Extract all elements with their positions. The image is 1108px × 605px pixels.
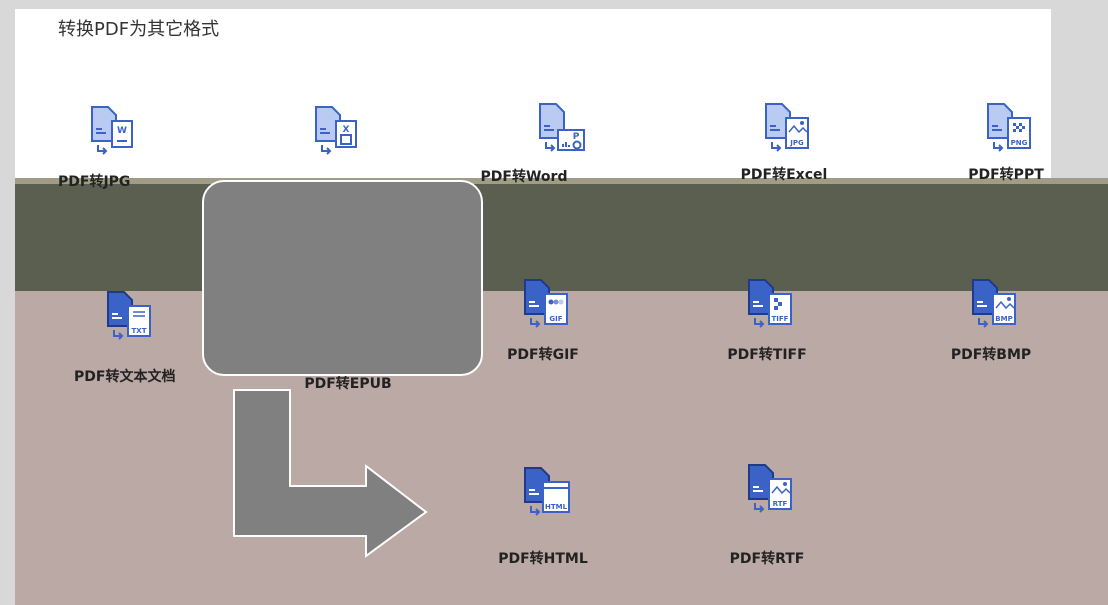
svg-text:TXT: TXT — [132, 327, 147, 335]
convert-item-html[interactable]: HTML PDF转HTML — [463, 466, 623, 568]
convert-item-excel[interactable]: X — [254, 105, 414, 171]
pdf-to-rtf-icon: RTF — [748, 464, 792, 513]
convert-item-word[interactable]: P PDF转Word — [478, 102, 638, 188]
svg-text:GIF: GIF — [549, 315, 562, 323]
page-title: 转换PDF为其它格式 — [58, 19, 220, 40]
svg-text:X: X — [343, 125, 350, 135]
svg-text:W: W — [117, 126, 127, 136]
svg-text:JPG: JPG — [789, 139, 804, 147]
convert-item-gif[interactable]: GIF PDF转GIF — [463, 278, 623, 364]
convert-item-ppt[interactable]: PNG PDF转PPT — [926, 102, 1086, 188]
svg-text:RTF: RTF — [773, 500, 788, 508]
pdf-to-txt-icon: TXT — [107, 291, 151, 340]
pdf-to-png-icon: PNG — [987, 103, 1031, 152]
svg-text:BMP: BMP — [995, 315, 1012, 323]
convert-item-label: PDF转GIF — [507, 347, 579, 363]
convert-item-label: PDF转文本文档 — [74, 369, 176, 385]
arrow-icon — [233, 389, 428, 558]
pdf-to-ppt-icon: P — [539, 103, 585, 152]
convert-item-rtf[interactable]: RTF PDF转RTF — [687, 463, 847, 568]
glitch-band — [15, 184, 1108, 291]
svg-text:P: P — [573, 132, 580, 142]
svg-text:HTML: HTML — [545, 503, 568, 511]
convert-item-label: PDF转HTML — [498, 551, 588, 567]
convert-item-label: PDF转BMP — [950, 347, 1032, 363]
convert-item-bmp[interactable]: BMP PDF转BMP — [911, 278, 1071, 364]
convert-item-label: PDF转Excel — [740, 167, 828, 183]
pdf-to-html-icon: HTML — [524, 467, 570, 516]
convert-item-label: PDF转JPG — [58, 174, 131, 190]
pdf-to-tiff-icon: TIFF — [748, 279, 792, 328]
pdf-to-bmp-icon: BMP — [972, 279, 1016, 328]
pdf-to-gif-icon: GIF — [524, 279, 568, 328]
convert-item-label: PDF转TIFF — [727, 347, 807, 363]
convert-item-label: PDF转RTF — [729, 551, 805, 567]
convert-item-tiff[interactable]: TIFF PDF转TIFF — [687, 278, 847, 364]
redaction-box — [202, 180, 483, 376]
pdf-to-jpg-icon: JPG — [765, 103, 809, 152]
pdf-to-word-icon: W — [91, 106, 133, 155]
pdf-to-excel-icon: X — [315, 106, 357, 155]
convert-item-label: PDF转PPT — [968, 167, 1044, 183]
convert-item-excel-2[interactable]: JPG PDF转Excel — [704, 102, 864, 188]
svg-text:PNG: PNG — [1011, 139, 1028, 147]
svg-text:TIFF: TIFF — [772, 315, 789, 323]
convert-item-txt[interactable]: TXT PDF转文本文档 — [46, 290, 206, 385]
convert-item-jpg[interactable]: W PDF转JPG — [30, 105, 190, 191]
